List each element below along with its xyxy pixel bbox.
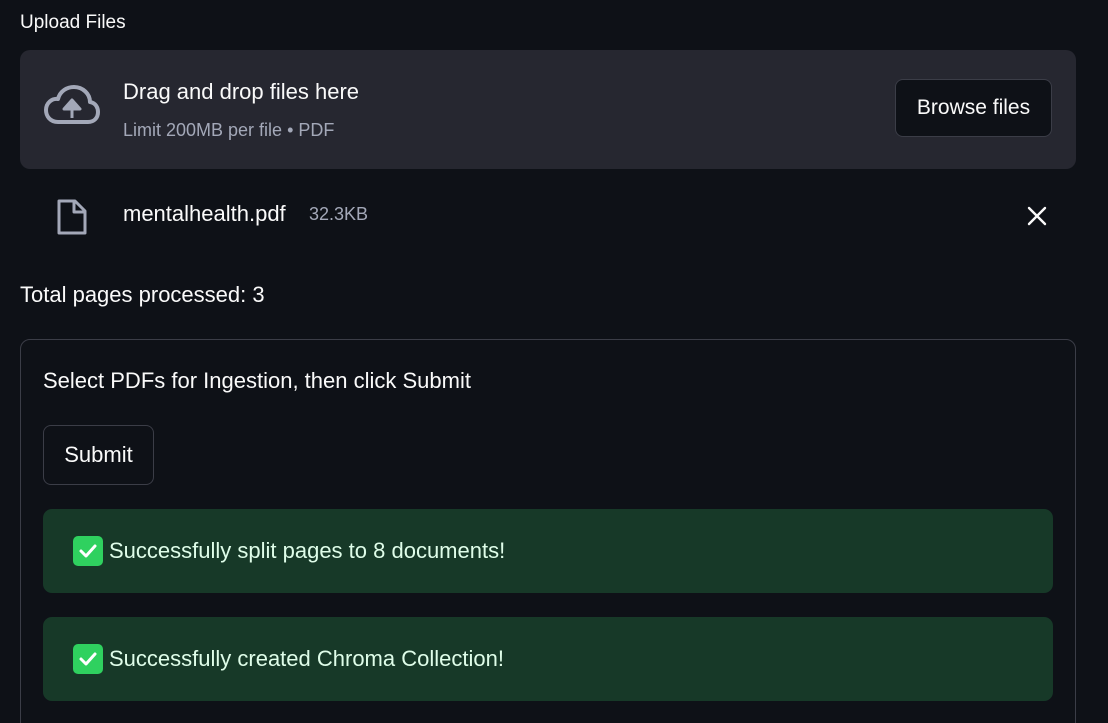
remove-file-button[interactable]	[1023, 202, 1051, 230]
upload-label: Upload Files	[20, 12, 126, 33]
pages-processed-text: Total pages processed: 3	[20, 282, 265, 307]
success-alert: Successfully created Chroma Collection!	[43, 617, 1053, 701]
file-name: mentalhealth.pdf	[123, 201, 286, 226]
success-alert-text: Successfully created Chroma Collection!	[109, 646, 504, 671]
file-icon	[57, 199, 87, 235]
app: Upload Files Drag and drop files here Li…	[0, 0, 1108, 723]
form-title: Select PDFs for Ingestion, then click Su…	[43, 368, 471, 393]
file-size: 32.3KB	[309, 204, 369, 224]
check-icon	[73, 644, 103, 674]
ingestion-form: Select PDFs for Ingestion, then click Su…	[20, 339, 1076, 723]
dropzone-title: Drag and drop files here	[123, 79, 360, 104]
success-alert: Successfully split pages to 8 documents!	[43, 509, 1053, 593]
close-icon	[1027, 206, 1047, 226]
uploaded-file-row: mentalhealth.pdf 32.3KB	[20, 188, 1076, 244]
success-alert-text: Successfully split pages to 8 documents!	[109, 538, 506, 563]
file-dropzone[interactable]: Drag and drop files here Limit 200MB per…	[20, 50, 1076, 169]
check-icon	[73, 536, 103, 566]
submit-button[interactable]: Submit	[43, 425, 154, 485]
browse-files-button[interactable]: Browse files	[895, 79, 1052, 137]
dropzone-subtitle: Limit 200MB per file • PDF	[123, 120, 335, 140]
cloud-upload-icon	[44, 85, 100, 124]
